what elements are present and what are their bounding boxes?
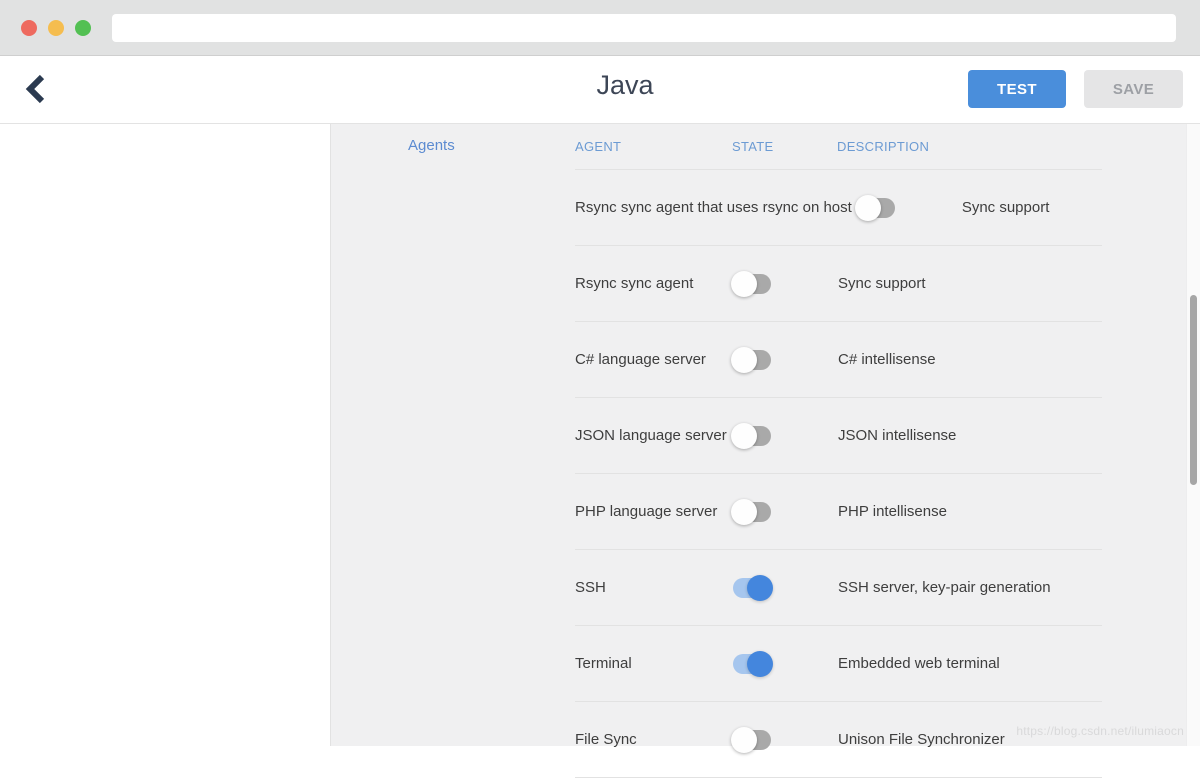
agent-description: Sync support [962, 199, 1050, 216]
agent-description: C# intellisense [838, 351, 936, 368]
agent-name: Rsync sync agent [575, 275, 733, 292]
table-row: PHP language server PHP intellisense [575, 474, 1102, 550]
toggle-knob [731, 423, 757, 449]
toggle-knob [731, 347, 757, 373]
column-header-description: DESCRIPTION [837, 139, 929, 154]
zoom-button[interactable] [75, 20, 91, 36]
agent-table-header: AGENT STATE DESCRIPTION [575, 124, 1102, 170]
agent-table: AGENT STATE DESCRIPTION Rsync sync agent… [575, 124, 1102, 778]
table-row: SSH SSH server, key-pair generation [575, 550, 1102, 626]
state-toggle[interactable] [733, 426, 771, 446]
agent-description: Unison File Synchronizer [838, 731, 1005, 748]
back-button[interactable] [24, 72, 60, 108]
agent-description: PHP intellisense [838, 503, 947, 520]
table-row: Terminal Embedded web terminal [575, 626, 1102, 702]
agent-description: Sync support [838, 275, 926, 292]
agent-name: Rsync sync agent that uses rsync on host [575, 199, 857, 216]
state-toggle[interactable] [733, 274, 771, 294]
agent-name: File Sync [575, 731, 733, 748]
save-button[interactable]: SAVE [1084, 70, 1183, 108]
agent-description: Embedded web terminal [838, 655, 1000, 672]
agent-table-body: Rsync sync agent that uses rsync on host… [575, 170, 1102, 778]
content-area: Agents AGENT STATE DESCRIPTION Rsync syn… [0, 124, 1200, 746]
table-row: C# language server C# intellisense [575, 322, 1102, 398]
column-header-state: STATE [732, 139, 837, 154]
state-toggle[interactable] [857, 198, 895, 218]
agent-name: C# language server [575, 351, 733, 368]
close-button[interactable] [21, 20, 37, 36]
scrollbar-thumb[interactable] [1190, 295, 1197, 485]
test-button[interactable]: TEST [968, 70, 1066, 108]
table-row: Rsync sync agent Sync support [575, 246, 1102, 322]
table-row: File Sync Unison File Synchronizer [575, 702, 1102, 778]
address-bar[interactable] [112, 14, 1176, 42]
column-header-agent: AGENT [575, 139, 732, 154]
page-title: Java [596, 70, 653, 101]
toggle-knob [731, 271, 757, 297]
toggle-knob [731, 727, 757, 753]
table-row: Rsync sync agent that uses rsync on host… [575, 170, 1102, 246]
state-toggle[interactable] [733, 502, 771, 522]
sidebar-item-agents[interactable]: Agents [408, 137, 455, 154]
toggle-knob [855, 195, 881, 221]
state-toggle[interactable] [733, 730, 771, 750]
agent-name: Terminal [575, 655, 733, 672]
state-toggle[interactable] [733, 350, 771, 370]
state-toggle[interactable] [733, 578, 771, 598]
chevron-left-icon [24, 73, 46, 108]
agent-description: SSH server, key-pair generation [838, 579, 1051, 596]
agent-name: PHP language server [575, 503, 733, 520]
app-header: Java TEST SAVE [0, 56, 1200, 124]
agent-name: JSON language server [575, 427, 733, 444]
table-row: JSON language server JSON intellisense [575, 398, 1102, 474]
agent-description: JSON intellisense [838, 427, 956, 444]
toggle-knob [747, 651, 773, 677]
minimize-button[interactable] [48, 20, 64, 36]
scrollbar[interactable] [1186, 124, 1200, 746]
toggle-knob [747, 575, 773, 601]
left-pane [0, 124, 331, 746]
browser-chrome [0, 0, 1200, 56]
state-toggle[interactable] [733, 654, 771, 674]
agent-name: SSH [575, 579, 733, 596]
watermark: https://blog.csdn.net/ilumiaocn [1016, 724, 1184, 738]
toggle-knob [731, 499, 757, 525]
